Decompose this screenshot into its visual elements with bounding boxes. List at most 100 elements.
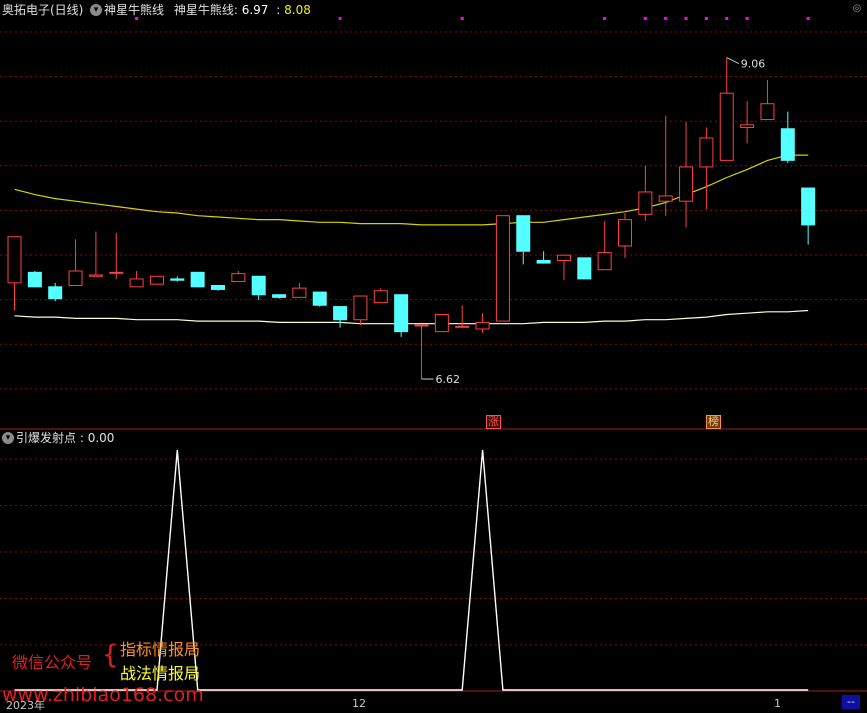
chart-canvas: 9.06 6.62 <box>0 17 867 692</box>
candle <box>577 257 592 280</box>
candle <box>679 122 694 228</box>
candle <box>48 282 63 302</box>
candle <box>27 271 42 288</box>
candle-body <box>536 259 551 264</box>
candle-body <box>394 294 409 333</box>
candle-body <box>149 275 164 285</box>
candle <box>699 127 714 210</box>
candle <box>109 232 124 279</box>
candle-body <box>495 215 510 322</box>
indicator-name[interactable]: 神星牛熊线 <box>104 3 164 17</box>
low-price-label: 6.62 <box>436 373 461 386</box>
ma-line-long <box>14 309 809 325</box>
candle <box>272 294 287 299</box>
watermark-wechat-label: 微信公众号 <box>12 653 93 672</box>
signal-dot <box>603 17 607 20</box>
candle-body <box>109 271 124 274</box>
candle <box>231 271 246 283</box>
time-axis-month-1: 1 <box>774 697 781 710</box>
stock-title[interactable]: 奥拓电子(日线) <box>2 3 83 17</box>
candle <box>129 271 144 288</box>
candle <box>251 275 266 300</box>
annotations: 9.06 6.62 <box>421 57 766 386</box>
candle <box>495 215 510 322</box>
axis-scroll-button[interactable]: -- <box>842 695 860 709</box>
candle-body <box>577 257 592 280</box>
candle <box>373 288 388 304</box>
candle <box>740 101 755 144</box>
candle <box>516 215 531 265</box>
high-price-label: 9.06 <box>741 58 766 71</box>
signal-dot <box>135 17 139 20</box>
candle-body <box>312 291 327 306</box>
candle-body <box>618 219 632 247</box>
lower-grid <box>0 458 867 646</box>
candle-body <box>190 271 205 288</box>
candle <box>618 213 632 258</box>
signal-dot <box>338 17 342 20</box>
candle-body <box>780 128 795 161</box>
candle <box>292 282 307 298</box>
candle <box>760 80 775 121</box>
candle <box>556 254 571 281</box>
candle <box>780 111 795 163</box>
candle <box>312 291 327 307</box>
candle <box>353 295 368 326</box>
candle-body <box>740 124 755 128</box>
high-marker-line <box>726 57 739 65</box>
candles <box>7 57 816 380</box>
candle-body <box>597 252 612 271</box>
candle-body <box>251 275 266 296</box>
candle <box>333 306 348 328</box>
candle-body <box>272 294 287 298</box>
signal-dot <box>664 17 668 20</box>
candle-body <box>516 215 531 252</box>
series-label: 神星牛熊线: <box>173 3 238 17</box>
series-value-1: 6.97 <box>241 3 269 17</box>
candle-body <box>679 166 694 202</box>
candle-body <box>658 195 673 202</box>
candle-body <box>68 270 83 286</box>
sub-indicator-value: : 0.00 <box>79 431 115 445</box>
candle <box>149 275 164 285</box>
candle <box>719 57 734 161</box>
chevron-down-icon[interactable]: ▾ <box>90 4 102 16</box>
candle-body <box>414 324 429 327</box>
candle-body <box>719 92 734 161</box>
indicator-header: 神星牛熊线 神星牛熊线: 6.97 : 8.08 <box>104 3 311 17</box>
candle-body <box>434 313 449 333</box>
candle-body <box>333 306 348 321</box>
candle-body <box>760 103 775 121</box>
ranking-tag[interactable]: 榜 <box>706 415 721 429</box>
signal-dot <box>643 17 647 20</box>
candle <box>68 239 83 286</box>
candle-body <box>475 321 490 330</box>
sub-indicator-header: 引爆发射点 : 0.00 <box>16 431 114 445</box>
signal-dot <box>704 17 708 20</box>
signal-dot <box>725 17 729 20</box>
chevron-down-icon[interactable]: ▾ <box>2 432 14 444</box>
watermark-line-2: 战法情报局 <box>120 664 201 683</box>
candle <box>597 220 612 271</box>
candle-body <box>48 286 63 300</box>
signal-dots <box>135 17 810 20</box>
watermark-line-1: 指标情报局 <box>120 640 201 659</box>
time-axis-month-12: 12 <box>352 697 366 710</box>
sub-indicator-name[interactable]: 引爆发射点 <box>16 431 76 445</box>
candle-body <box>7 236 22 284</box>
candle-body <box>27 271 42 288</box>
upper-grid <box>0 31 867 390</box>
candle <box>190 271 205 288</box>
limit-up-tag[interactable]: 涨 <box>486 415 501 429</box>
settings-icon[interactable]: ◎ <box>850 2 864 16</box>
candle <box>211 284 225 291</box>
candle-body <box>231 273 246 283</box>
signal-dot <box>684 17 688 20</box>
candle-body <box>801 187 816 226</box>
candle <box>394 294 409 337</box>
watermark-brace: { <box>102 640 119 670</box>
signal-dot <box>806 17 810 20</box>
candle-body <box>373 290 388 304</box>
candle-body <box>88 274 103 277</box>
candle <box>7 236 22 311</box>
